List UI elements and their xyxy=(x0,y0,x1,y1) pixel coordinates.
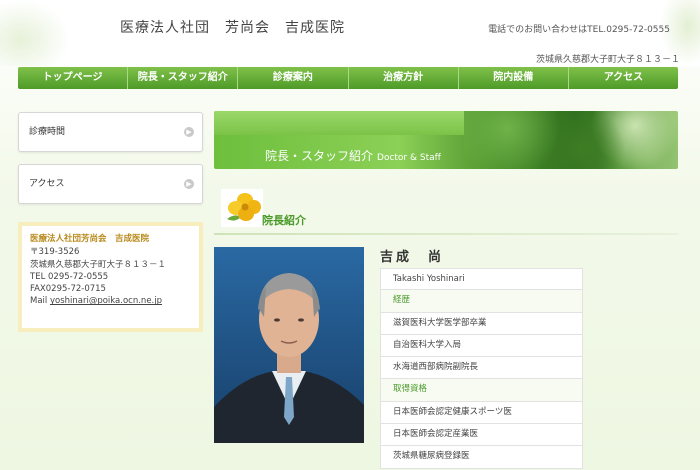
site-title[interactable]: 医療法人社団 芳尚会 吉成医院 xyxy=(120,17,345,37)
nav-item-staff[interactable]: 院長・スタッフ紹介 xyxy=(128,67,239,89)
nav-item-facility[interactable]: 院内設備 xyxy=(459,67,569,89)
contact-postal: 〒319-3526 xyxy=(30,247,80,258)
profile-row: 滋賀医科大学医学部卒業 xyxy=(380,312,583,335)
banner-title-en: Doctor & Staff xyxy=(377,153,441,163)
arrow-right-icon: ▶ xyxy=(184,127,194,137)
leaf-decoration xyxy=(0,0,70,66)
nav-item-policy[interactable]: 治療方針 xyxy=(349,67,459,89)
contact-tel: TEL 0295-72-0555 xyxy=(30,271,109,282)
contact-box: 医療法人社団芳尚会 吉成医院 〒319-3526 茨城県久慈郡大子町大子８１３－… xyxy=(18,222,203,332)
profile-section-heading: 取得資格 xyxy=(380,379,583,402)
profile-row: 日本医師会認定産業医 xyxy=(380,424,583,447)
profile-row: 茨城県糖尿病登録医 xyxy=(380,446,583,469)
sidebar-hours-button[interactable]: 診療時間 ▶ xyxy=(18,112,203,152)
profile-row: Takashi Yoshinari xyxy=(380,268,583,291)
arrow-right-icon: ▶ xyxy=(184,179,194,189)
banner-band xyxy=(214,111,464,135)
contact-mail-link[interactable]: yoshinari@poika.ocn.ne.jp xyxy=(50,296,162,306)
nav-item-top[interactable]: トップページ xyxy=(18,67,129,89)
sidebar-access-button[interactable]: アクセス ▶ xyxy=(18,164,203,204)
doctor-name: 吉成 尚 xyxy=(380,250,445,265)
contact-org: 医療法人社団芳尚会 吉成医院 xyxy=(30,234,150,244)
profile-row: 自治医科大学入局 xyxy=(380,334,583,358)
section-title: 院長紹介 xyxy=(262,214,306,227)
main-nav: トップページ 院長・スタッフ紹介 診療案内 治療方針 院内設備 アクセス xyxy=(18,67,678,89)
banner-foliage xyxy=(464,111,678,169)
section-divider xyxy=(214,233,678,235)
page-title: 院長・スタッフ紹介 Doctor & Staff xyxy=(265,147,441,164)
contact-mail-label: Mail xyxy=(30,296,50,307)
contact-mail-row: Mail yoshinari@poika.ocn.ne.jp xyxy=(30,295,191,307)
nav-item-access[interactable]: アクセス xyxy=(569,67,678,89)
sidebar-item-label: アクセス xyxy=(29,179,65,189)
nav-item-clinic-info[interactable]: 診療案内 xyxy=(238,67,349,89)
flower-icon xyxy=(221,189,263,227)
profile-section-heading: 経歴 xyxy=(380,290,583,313)
header-address: 茨城県久慈郡大子町大子８１３－１ xyxy=(535,55,680,65)
profile-row: 水海道西部病院副院長 xyxy=(380,357,583,380)
contact-fax: FAX0295-72-0715 xyxy=(30,284,106,295)
profile-row: 日本医師会認定健康スポーツ医 xyxy=(380,401,583,425)
doctor-photo xyxy=(214,247,364,443)
sidebar-item-label: 診療時間 xyxy=(29,127,66,137)
page-banner: 院長・スタッフ紹介 Doctor & Staff xyxy=(214,111,678,169)
banner-title-ja: 院長・スタッフ紹介 xyxy=(265,149,374,163)
doctor-profile-table: Takashi Yoshinari 経歴 滋賀医科大学医学部卒業 自治医科大学入… xyxy=(380,268,583,469)
site-header: 医療法人社団 芳尚会 吉成医院 電話でのお問い合わせはTEL.0295-72-0… xyxy=(0,0,700,66)
contact-address: 茨城県久慈郡大子町大子８１３－１ xyxy=(30,259,167,270)
phone-contact: 電話でのお問い合わせはTEL.0295-72-0555 xyxy=(488,25,670,35)
